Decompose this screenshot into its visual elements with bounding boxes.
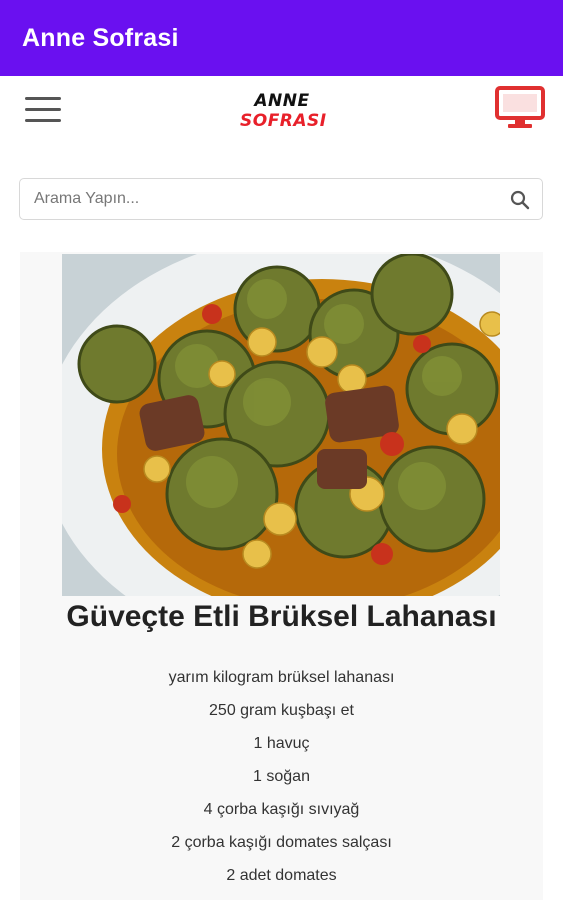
recipe-photo[interactable] bbox=[62, 254, 500, 596]
ingredient-item: 1 havuç bbox=[253, 735, 310, 752]
navbar: ANNE SOFRASI bbox=[0, 76, 563, 156]
app-title: Anne Sofrasi bbox=[22, 23, 179, 52]
recipe-card[interactable]: Güveçte Etli Brüksel Lahanası yarım kilo… bbox=[20, 252, 543, 900]
search-bar bbox=[19, 178, 543, 220]
search-icon[interactable] bbox=[510, 190, 530, 210]
ingredient-item: yarım kilogram brüksel lahanası bbox=[168, 669, 395, 686]
recipe-title: Güveçte Etli Brüksel Lahanası bbox=[66, 600, 497, 633]
desktop-monitor-icon[interactable] bbox=[495, 86, 545, 130]
search-input[interactable] bbox=[34, 179, 494, 219]
hamburger-menu-icon[interactable] bbox=[25, 97, 61, 123]
site-logo[interactable]: ANNE SOFRASI bbox=[240, 91, 327, 131]
ingredient-item: 250 gram kuşbaşı et bbox=[209, 702, 354, 719]
app-bar: Anne Sofrasi bbox=[0, 0, 563, 76]
ingredient-item: 4 çorba kaşığı sıvıyağ bbox=[203, 801, 360, 818]
ingredient-item: 1 soğan bbox=[253, 768, 310, 785]
ingredient-item: 2 adet domates bbox=[226, 867, 337, 884]
ingredient-list: yarım kilogram brüksel lahanası 250 gram… bbox=[20, 667, 543, 898]
logo-line-2: SOFRASI bbox=[240, 111, 327, 131]
logo-line-1: ANNE bbox=[254, 91, 310, 111]
ingredient-item: 2 çorba kaşığı domates salçası bbox=[171, 834, 392, 851]
